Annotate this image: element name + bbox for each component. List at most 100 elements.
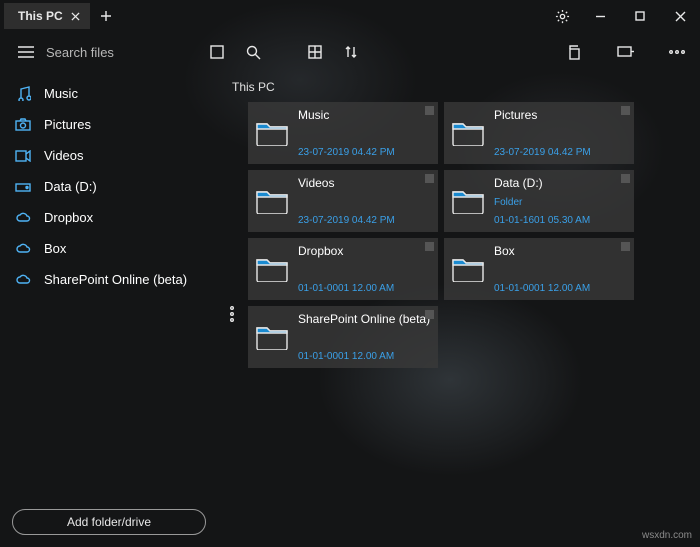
tile-grid: Music 23-07-2019 04.42 PM Pictures 23-07-20…	[248, 102, 634, 368]
tile-name: SharePoint Online (beta)	[298, 312, 432, 326]
tile-name: Data (D:)	[494, 176, 628, 190]
folder-icon	[248, 170, 296, 232]
tab-this-pc[interactable]: This PC	[4, 3, 90, 29]
body: Music Pictures Videos Data (D:) Dropbox Box Sh…	[0, 72, 700, 547]
toolbar	[0, 32, 700, 72]
sidebar-item-sharepoint-online-beta-[interactable]: SharePoint Online (beta)	[0, 264, 218, 295]
tile-name: Box	[494, 244, 628, 258]
folder-icon	[248, 306, 296, 368]
sidebar-item-data-d-[interactable]: Data (D:)	[0, 171, 218, 202]
tile-checkbox[interactable]	[425, 242, 434, 251]
plus-icon	[100, 10, 112, 22]
sidebar-item-videos[interactable]: Videos	[0, 140, 218, 171]
main-panel: This PC Music23-07-2019 04.42 PMPictures…	[218, 72, 700, 547]
sidebar-list: Music Pictures Videos Data (D:) Dropbox Box Sh…	[0, 78, 218, 295]
new-tab-button[interactable]	[90, 0, 122, 32]
drag-handle[interactable]	[224, 102, 240, 368]
tile-box[interactable]: Box 01-01-0001 12.00 AM	[444, 238, 634, 300]
layout-button[interactable]	[300, 32, 330, 72]
folder-icon	[444, 238, 492, 300]
sort-icon	[344, 45, 358, 59]
select-mode-button[interactable]	[202, 32, 232, 72]
search-button[interactable]	[238, 32, 268, 72]
maximize-button[interactable]	[620, 0, 660, 32]
sidebar-item-label: Music	[44, 86, 78, 101]
search-icon	[246, 45, 261, 60]
minimize-button[interactable]	[580, 0, 620, 32]
settings-button[interactable]	[544, 0, 580, 32]
drive-icon	[14, 181, 32, 192]
tile-date: 23-07-2019 04.42 PM	[494, 147, 628, 158]
tile-data-d-[interactable]: Data (D:) Folder 01-01-1601 05.30 AM	[444, 170, 634, 232]
add-folder-button[interactable]: Add folder/drive	[12, 509, 206, 535]
sidebar-item-label: Data (D:)	[44, 179, 97, 194]
square-icon	[210, 45, 224, 59]
copy-icon	[566, 45, 581, 60]
tile-music[interactable]: Music 23-07-2019 04.42 PM	[248, 102, 438, 164]
camera-icon	[14, 118, 32, 131]
cast-icon	[617, 46, 634, 58]
titlebar: This PC	[0, 0, 700, 32]
tile-dropbox[interactable]: Dropbox 01-01-0001 12.00 AM	[248, 238, 438, 300]
tab-label: This PC	[18, 9, 63, 23]
grid-icon	[308, 45, 322, 59]
tile-checkbox[interactable]	[425, 174, 434, 183]
app-window: This PC	[0, 0, 700, 547]
copy-button[interactable]	[558, 32, 588, 72]
tile-date: 01-01-1601 05.30 AM	[494, 215, 628, 226]
tile-date: 01-01-0001 12.00 AM	[298, 351, 432, 362]
close-button[interactable]	[660, 0, 700, 32]
cloud-icon	[14, 212, 32, 223]
cast-button[interactable]	[610, 32, 640, 72]
sidebar: Music Pictures Videos Data (D:) Dropbox Box Sh…	[0, 72, 218, 547]
tile-subtype: Folder	[494, 197, 628, 208]
tile-name: Videos	[298, 176, 432, 190]
breadcrumb[interactable]: This PC	[224, 78, 684, 102]
music-icon	[14, 86, 32, 101]
drag-dots-icon	[229, 306, 235, 322]
sort-button[interactable]	[336, 32, 366, 72]
folder-icon	[444, 102, 492, 164]
sidebar-item-label: SharePoint Online (beta)	[44, 272, 187, 287]
sidebar-item-label: Pictures	[44, 117, 91, 132]
close-icon	[675, 11, 686, 22]
tile-name: Music	[298, 108, 432, 122]
sidebar-item-pictures[interactable]: Pictures	[0, 109, 218, 140]
watermark: wsxdn.com	[642, 530, 692, 541]
folder-icon	[248, 102, 296, 164]
tile-name: Dropbox	[298, 244, 432, 258]
sidebar-item-box[interactable]: Box	[0, 233, 218, 264]
tile-date: 23-07-2019 04.42 PM	[298, 215, 432, 226]
folder-icon	[248, 238, 296, 300]
sidebar-item-label: Videos	[44, 148, 84, 163]
tile-checkbox[interactable]	[621, 242, 630, 251]
tile-date: 01-01-0001 12.00 AM	[494, 283, 628, 294]
maximize-icon	[635, 11, 645, 21]
tile-pictures[interactable]: Pictures 23-07-2019 04.42 PM	[444, 102, 634, 164]
sidebar-item-music[interactable]: Music	[0, 78, 218, 109]
tile-checkbox[interactable]	[425, 310, 434, 319]
tile-checkbox[interactable]	[425, 106, 434, 115]
ellipsis-icon	[669, 50, 685, 54]
cloud-icon	[14, 274, 32, 285]
tile-checkbox[interactable]	[621, 106, 630, 115]
video-icon	[14, 150, 32, 162]
tile-videos[interactable]: Videos 23-07-2019 04.42 PM	[248, 170, 438, 232]
minimize-icon	[595, 11, 606, 22]
menu-button[interactable]	[12, 32, 40, 72]
tile-checkbox[interactable]	[621, 174, 630, 183]
tile-date: 23-07-2019 04.42 PM	[298, 147, 432, 158]
more-button[interactable]	[662, 32, 692, 72]
tile-name: Pictures	[494, 108, 628, 122]
gear-icon	[555, 9, 570, 24]
cloud-icon	[14, 243, 32, 254]
search-input[interactable]	[46, 45, 156, 60]
tile-sharepoint-online-beta-[interactable]: SharePoint Online (beta) 01-01-0001 12.00…	[248, 306, 438, 368]
hamburger-icon	[18, 46, 34, 58]
tile-date: 01-01-0001 12.00 AM	[298, 283, 432, 294]
sidebar-item-label: Box	[44, 241, 66, 256]
sidebar-item-dropbox[interactable]: Dropbox	[0, 202, 218, 233]
folder-icon	[444, 170, 492, 232]
sidebar-item-label: Dropbox	[44, 210, 93, 225]
close-tab-icon[interactable]	[71, 12, 80, 21]
